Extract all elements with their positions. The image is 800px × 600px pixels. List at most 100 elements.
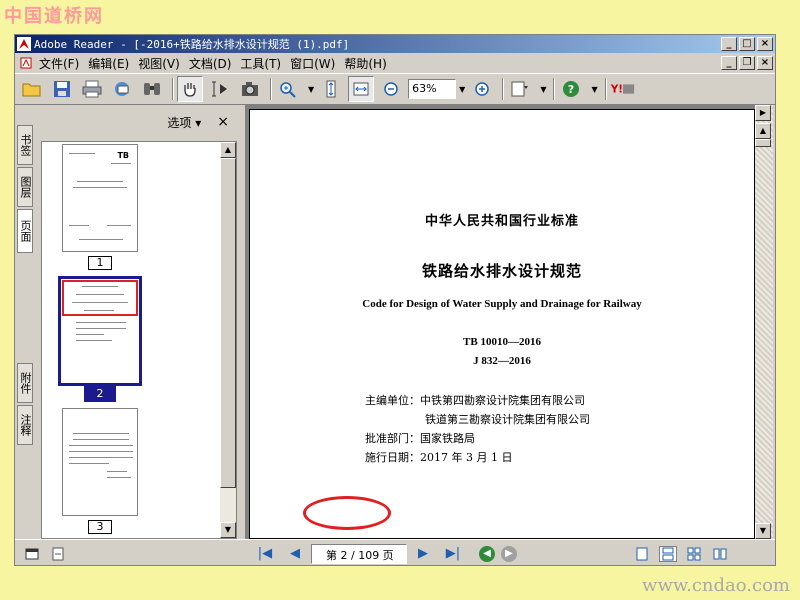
continuous-facing-icon[interactable] [711,546,729,562]
maximize-button[interactable]: □ [739,37,755,51]
watermark-top: 中国道桥网 [4,6,104,27]
scroll-thumb[interactable] [220,158,236,488]
zoom-out-icon[interactable] [378,76,404,102]
search-binoculars-icon[interactable] [139,76,165,102]
doc-scroll-down-arrow-icon[interactable]: ▼ [755,523,771,539]
zoom-input[interactable]: 63% [408,79,457,99]
yahoo-icon[interactable]: Y! [610,76,636,102]
toolbar-separator [502,78,505,100]
toolbar-separator [270,78,272,100]
help-dropdown-icon[interactable]: ▼ [591,85,597,94]
reader-window: Adobe Reader - [-2016+铁路给水排水设计规范 (1).pdf… [14,34,776,566]
menu-edit[interactable]: 编辑(E) [88,55,138,72]
page-en-title: Code for Design of Water Supply and Drai… [362,298,642,310]
menu-bar: 文件(F) 编辑(E) 视图(V) 文档(D) 工具(T) 窗口(W) 帮助(H… [15,53,775,73]
go-forward-icon[interactable]: ▶ [501,545,517,562]
tab-attachments[interactable]: 附件 [17,363,33,403]
doc-scroll-right-icon[interactable]: ▶ [755,105,771,121]
scroll-down-arrow-icon[interactable]: ▼ [220,522,236,538]
panel-toggle-icon[interactable] [23,546,41,562]
hand-tool-icon[interactable] [177,76,203,102]
create-pdf-icon[interactable] [507,76,533,102]
page-code-tb: TB 10010—2016 [463,336,541,348]
next-page-icon[interactable]: ▶ [413,545,433,563]
minimize-button[interactable]: _ [721,37,737,51]
side-tabs: 书签 图层 页面 附件 注释 [15,125,35,505]
doc-close-button[interactable]: × [757,56,773,70]
options-menu[interactable]: 选项 ▾ [167,114,201,131]
email-icon[interactable] [109,76,135,102]
menu-view[interactable]: 视图(V) [138,55,189,72]
thumbnail-page-number-selected: 2 [84,386,116,402]
page-code-j: J 832—2016 [473,355,531,367]
document-view[interactable]: 中华人民共和国行业标准 铁路给水排水设计规范 Code for Design o… [245,105,773,539]
effective-date: 2017 年 3 月 1 日 [420,451,513,464]
toolbar-separator [604,78,607,100]
fit-width-icon[interactable] [348,76,375,102]
page-editor-2: 铁道第三勘察设计院集团有限公司 [425,413,590,426]
scroll-up-arrow-icon[interactable]: ▲ [220,142,236,158]
previous-page-icon[interactable]: ◀ [285,545,305,563]
go-back-icon[interactable]: ◀ [479,545,495,562]
toolbar-separator [553,78,556,100]
page-thumbnail[interactable] [62,408,138,516]
doc-minimize-button[interactable]: _ [721,56,737,70]
menu-document[interactable]: 文档(D) [189,55,241,72]
doc-restore-button[interactable]: ❐ [739,56,755,70]
effective-label: 施行日期： [365,451,420,464]
toolbar: ▼ 63% ▼ ▼ ? ▼ Y! [15,73,775,105]
zoom-in-tool-icon[interactable] [275,76,301,102]
doc-scroll-up-arrow-icon[interactable]: ▲ [755,123,771,139]
panel-splitter[interactable] [237,105,245,539]
first-page-icon[interactable]: |◀ [255,545,275,563]
tab-pages[interactable]: 页面 [17,209,33,253]
facing-icon[interactable] [685,546,703,562]
page-number-field[interactable]: 第 2 / 109 页 [311,543,407,564]
page-thumbnail-selected[interactable] [58,276,142,386]
select-text-icon[interactable] [207,76,233,102]
pages-panel: 选项 ▾ × TB 1 2 3 ▲ ▼ [37,105,237,539]
zoom-tool-dropdown-icon[interactable]: ▼ [308,85,314,94]
print-icon[interactable] [79,76,105,102]
zoom-in-icon[interactable] [469,76,495,102]
menu-help[interactable]: 帮助(H) [344,55,395,72]
create-pdf-dropdown-icon[interactable]: ▼ [540,85,546,94]
close-button[interactable]: × [757,37,773,51]
pdf-page: 中华人民共和国行业标准 铁路给水排水设计规范 Code for Design o… [249,109,755,539]
continuous-icon[interactable] [659,545,677,562]
page-effective-line: 施行日期：2017 年 3 月 1 日 [365,449,512,465]
save-icon[interactable] [49,76,75,102]
page-cn-title: 铁路给水排水设计规范 [421,262,582,280]
approver: 国家铁路局 [420,432,475,445]
status-bar: |◀ ◀ 第 2 / 109 页 ▶ ▶| ◀ ▶ [15,539,775,567]
page-standard-line: 中华人民共和国行业标准 [424,214,579,229]
tab-comments[interactable]: 注释 [17,405,33,445]
help-icon[interactable]: ? [558,76,584,102]
thumbnail-pane[interactable]: TB 1 2 3 ▲ ▼ [41,141,237,539]
title-bar: Adobe Reader - [-2016+铁路给水排水设计规范 (1).pdf… [15,35,775,53]
thumbnail-scrollbar[interactable]: ▲ ▼ [220,142,236,538]
page-indicator-highlight-ellipse [303,496,391,530]
zoom-dropdown-icon[interactable]: ▼ [459,85,465,94]
editor-1: 中铁第四勘察设计院集团有限公司 [420,394,585,407]
menu-tools[interactable]: 工具(T) [240,55,290,72]
panel-close-button[interactable]: × [217,114,229,130]
document-status-icon[interactable] [49,546,67,562]
adobe-reader-icon [17,37,31,51]
fit-height-icon[interactable] [318,76,344,102]
last-page-icon[interactable]: ▶| [443,545,463,563]
tab-bookmarks[interactable]: 书签 [17,125,33,165]
document-scrollbar[interactable]: ▶ ▲ ▼ [755,105,773,539]
single-page-icon[interactable] [633,546,651,562]
tab-layers[interactable]: 图层 [17,167,33,207]
menu-file[interactable]: 文件(F) [39,55,88,72]
doc-scroll-thumb[interactable] [755,139,771,147]
open-folder-icon[interactable] [19,76,45,102]
svg-text:Y!: Y! [610,85,623,96]
editor-label: 主编单位： [365,394,420,407]
document-icon[interactable] [19,56,33,70]
menu-window[interactable]: 窗口(W) [290,55,344,72]
snapshot-icon[interactable] [237,76,263,102]
page-thumbnail[interactable]: TB [62,144,138,252]
window-title: Adobe Reader - [-2016+铁路给水排水设计规范 (1).pdf… [34,38,350,51]
